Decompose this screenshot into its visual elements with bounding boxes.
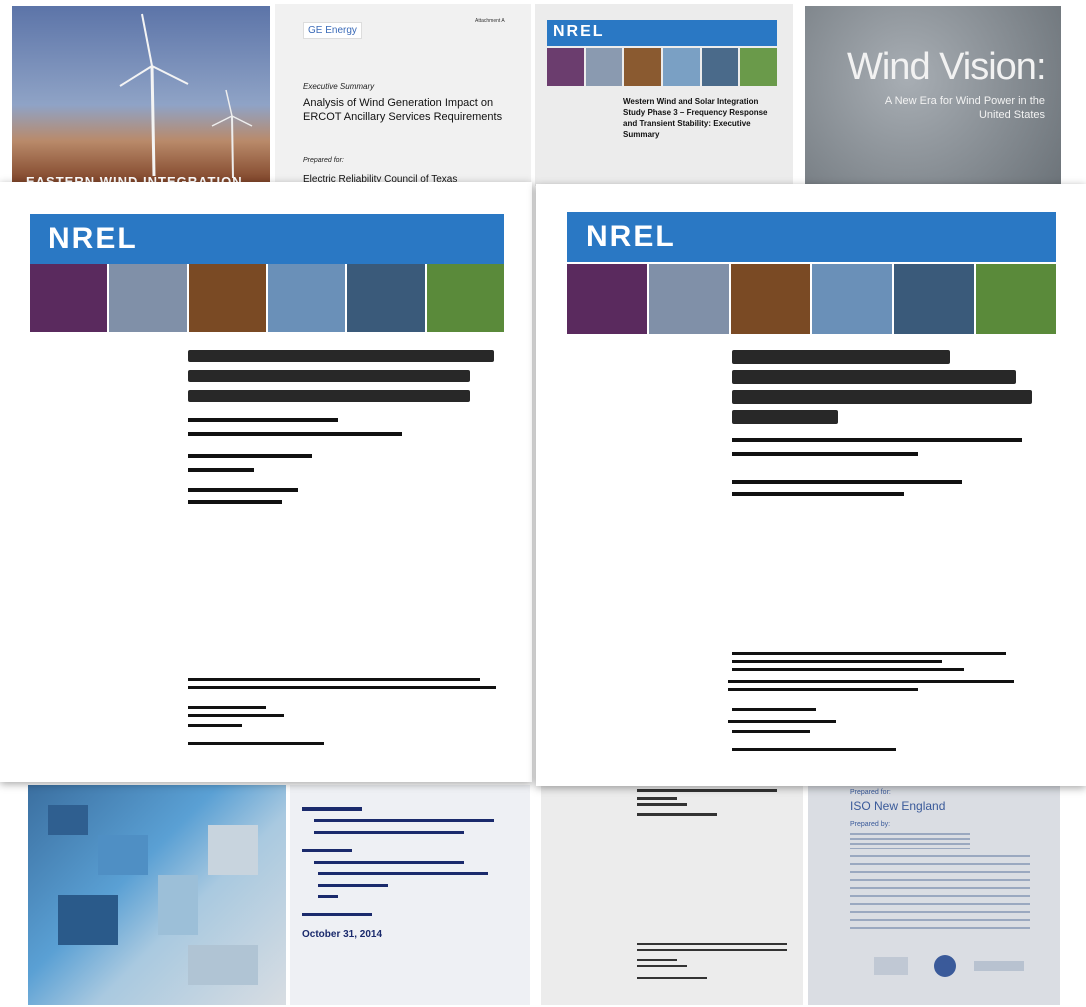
report-number-line bbox=[188, 724, 242, 727]
nrel-logo: NREL bbox=[48, 222, 138, 255]
wind-turbine-image bbox=[119, 13, 253, 179]
report-cover-front-right[interactable]: NREL bbox=[536, 184, 1086, 786]
report-number-line bbox=[732, 708, 816, 711]
prepared-for-label: Prepared for: bbox=[303, 157, 344, 164]
report-number-line bbox=[637, 959, 677, 961]
photo-strip bbox=[547, 48, 778, 86]
collaboration-note bbox=[302, 913, 372, 916]
affiliation-line bbox=[637, 803, 687, 806]
report-date: October 31, 2014 bbox=[302, 929, 383, 940]
prepared-for-heading bbox=[302, 807, 362, 811]
report-title: Analysis of Wind Generation Impact on ER… bbox=[303, 97, 503, 123]
contributor-table bbox=[850, 855, 1030, 935]
report-cover-eastern-wind[interactable]: EASTERN WIND INTEGRATION bbox=[12, 6, 270, 186]
client-name: ISO New England bbox=[850, 799, 946, 813]
section-label: Executive Summary bbox=[303, 82, 375, 91]
attachment-label: Attachment A bbox=[475, 18, 505, 24]
list-item bbox=[318, 872, 488, 875]
report-number-line bbox=[637, 965, 687, 967]
footnote-line bbox=[637, 949, 787, 951]
footnote-line bbox=[728, 680, 1014, 683]
prepared-by-label: Prepared by: bbox=[850, 821, 891, 828]
report-cover-ge-consulting[interactable]: October 31, 2014 bbox=[290, 785, 530, 1005]
photo-strip bbox=[30, 264, 504, 332]
report-number-line bbox=[188, 706, 266, 709]
list-item bbox=[314, 819, 494, 822]
footnote-line bbox=[188, 678, 480, 681]
footnote-line bbox=[732, 652, 1006, 655]
report-title bbox=[732, 370, 1016, 384]
affiliation-line bbox=[188, 468, 254, 472]
affiliation-line bbox=[188, 432, 402, 436]
cover-graphic bbox=[48, 805, 258, 985]
footnote-line bbox=[188, 686, 496, 689]
report-cover-front-left[interactable]: NREL bbox=[0, 182, 532, 782]
affiliation-line bbox=[732, 480, 962, 484]
report-number-line bbox=[728, 720, 836, 723]
report-number-line bbox=[732, 730, 810, 733]
report-cover-blocks[interactable] bbox=[28, 785, 286, 1005]
footnote-line bbox=[637, 943, 787, 945]
contract-line bbox=[732, 748, 896, 751]
partner-logo bbox=[974, 961, 1024, 971]
report-title: Western Wind and Solar Integration Study… bbox=[623, 97, 768, 139]
affiliation-line bbox=[732, 492, 904, 496]
report-title bbox=[732, 390, 1032, 404]
nrel-logo: NREL bbox=[586, 220, 676, 253]
author-line bbox=[637, 789, 777, 792]
ge-logo-icon bbox=[934, 955, 956, 977]
author-line bbox=[188, 454, 312, 458]
report-title bbox=[732, 350, 950, 364]
author-line bbox=[732, 438, 1022, 442]
affiliation-line bbox=[188, 500, 282, 504]
ge-energy-logo: GE Energy bbox=[303, 22, 362, 39]
report-cover-ercot[interactable]: GE Energy Attachment A Executive Summary… bbox=[275, 4, 531, 186]
report-cover-wwsis[interactable]: NREL Western Wind and Solar Integration … bbox=[535, 4, 793, 186]
report-cover-wwsis-back[interactable] bbox=[541, 785, 803, 1005]
prepared-by-heading bbox=[302, 849, 352, 852]
list-item bbox=[318, 884, 388, 887]
photo-strip bbox=[567, 264, 1056, 334]
cover-title: Wind Vision: bbox=[847, 46, 1047, 88]
list-item bbox=[314, 831, 464, 834]
report-title bbox=[732, 410, 838, 424]
affiliation-line bbox=[637, 797, 677, 800]
cover-subtitle: A New Era for Wind Power in the United S… bbox=[884, 95, 1045, 121]
contract-line bbox=[637, 977, 707, 979]
report-cover-wind-vision[interactable]: Wind Vision: A New Era for Wind Power in… bbox=[805, 6, 1061, 186]
footnote-line bbox=[728, 688, 918, 691]
author-line bbox=[732, 452, 918, 456]
nrel-logo: NREL bbox=[553, 23, 605, 40]
report-title bbox=[188, 350, 494, 362]
monitor-line bbox=[637, 813, 717, 816]
author-list bbox=[850, 833, 970, 849]
author-line bbox=[188, 488, 298, 492]
report-title bbox=[188, 370, 470, 382]
report-title bbox=[188, 390, 470, 402]
author-line bbox=[188, 418, 338, 422]
footnote-line bbox=[732, 660, 942, 663]
list-item bbox=[318, 895, 338, 898]
footnote-line bbox=[732, 668, 964, 671]
prepared-for-label: Prepared for: bbox=[850, 789, 891, 796]
report-cover-iso-ne[interactable]: Prepared for: ISO New England Prepared b… bbox=[808, 785, 1060, 1005]
contract-line bbox=[188, 742, 324, 745]
partner-logo bbox=[874, 957, 908, 975]
list-item bbox=[314, 861, 464, 864]
report-number-line bbox=[188, 714, 284, 717]
